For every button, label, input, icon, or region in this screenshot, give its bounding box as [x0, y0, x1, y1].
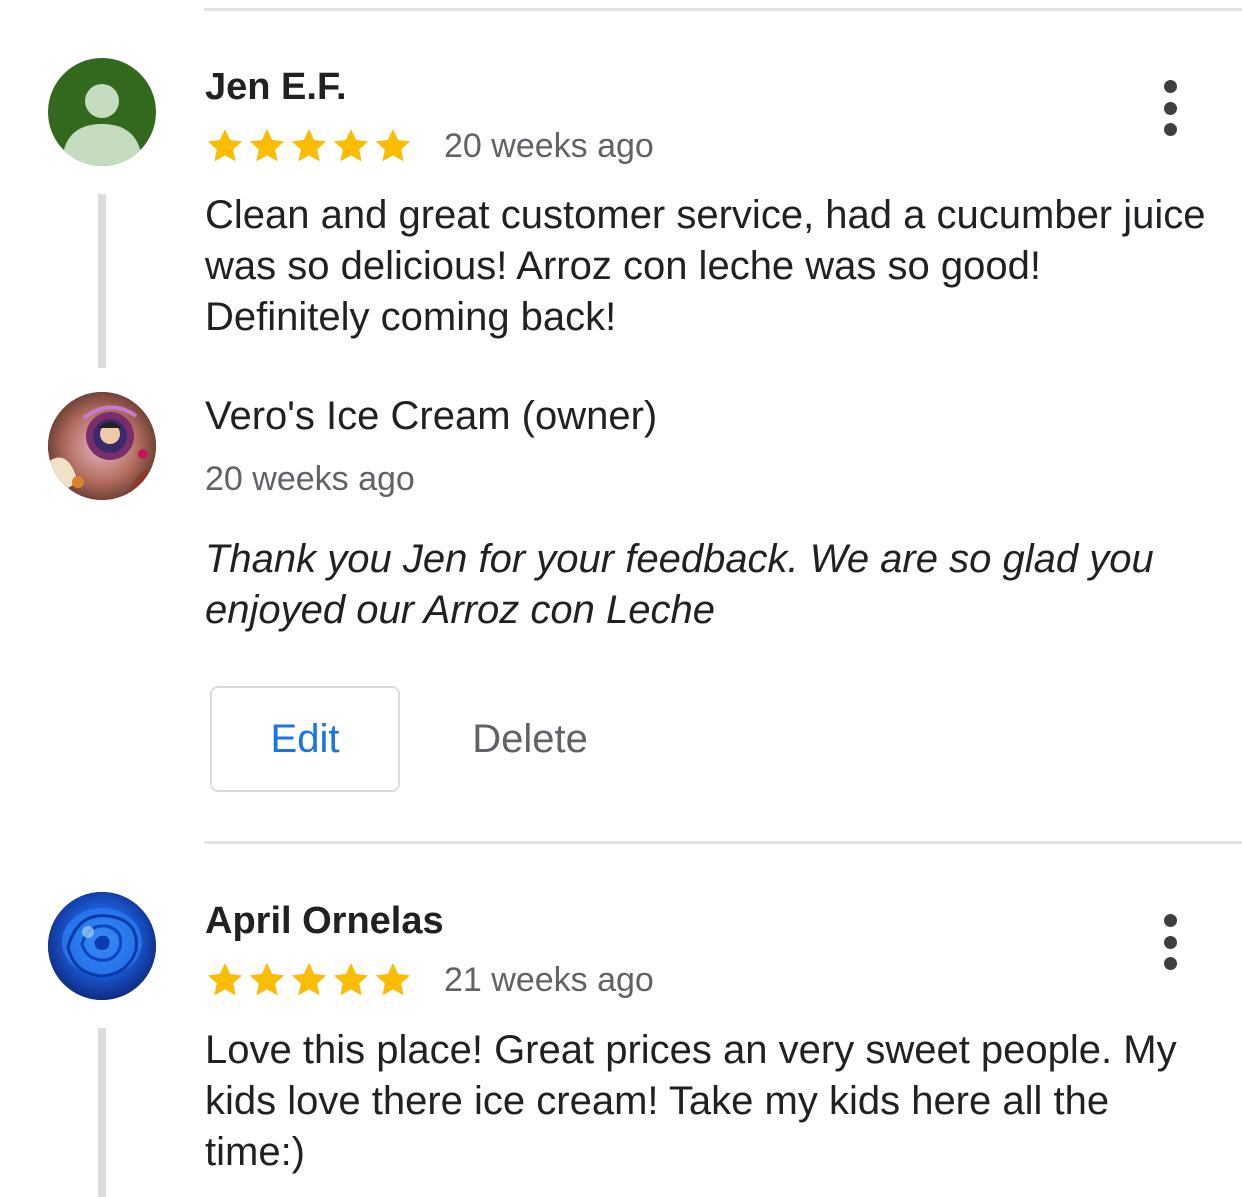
review-time: 21 weeks ago	[444, 960, 654, 999]
more-options-button[interactable]	[1150, 80, 1190, 136]
more-options-button[interactable]	[1150, 914, 1190, 970]
more-vert-icon	[1163, 914, 1177, 927]
more-vert-dot	[1163, 957, 1177, 970]
rating-row: 20 weeks ago	[205, 122, 654, 170]
review-divider	[204, 841, 1242, 844]
star-icon	[249, 963, 285, 996]
blue-rose-photo	[48, 892, 156, 1000]
more-vert-icon	[1163, 80, 1177, 93]
star-icon	[207, 129, 243, 162]
rating-row: 21 weeks ago	[205, 956, 654, 1004]
review-text: Love this place! Great prices an very sw…	[205, 1028, 1177, 1174]
review-time: 20 weeks ago	[444, 126, 654, 165]
edit-button[interactable]: Edit	[210, 686, 400, 792]
star-rating	[205, 960, 413, 1000]
owner-name: Vero's Ice Cream (owner)	[205, 394, 658, 438]
star-icon	[249, 129, 285, 162]
thread-line	[98, 194, 106, 368]
owner-reply-text: Thank you Jen for your feedback. We are …	[205, 537, 1154, 632]
star-icon	[207, 963, 243, 996]
star-icon	[333, 963, 369, 996]
avatar-owner[interactable]	[48, 392, 156, 500]
delete-button[interactable]: Delete	[440, 686, 620, 792]
avatar-april[interactable]	[48, 892, 156, 1000]
reviewer-name[interactable]: April Ornelas	[205, 900, 444, 943]
star-icon	[375, 129, 411, 162]
ice-cream-logo	[48, 392, 156, 500]
more-vert-dot	[1163, 935, 1177, 949]
star-icon	[375, 963, 411, 996]
star-icon	[291, 129, 327, 162]
owner-reply-time: 20 weeks ago	[205, 460, 415, 498]
avatar-jen[interactable]	[48, 58, 156, 166]
review-text: Clean and great customer service, had a …	[205, 193, 1206, 339]
reviewer-name[interactable]: Jen E.F.	[205, 66, 347, 109]
star-icon	[333, 129, 369, 162]
person-icon	[62, 84, 142, 166]
more-vert-dot	[1163, 101, 1177, 115]
top-divider	[204, 8, 1242, 11]
star-rating	[205, 126, 413, 166]
star-icon	[291, 963, 327, 996]
more-vert-dot	[1163, 123, 1177, 136]
thread-line	[98, 1028, 106, 1197]
